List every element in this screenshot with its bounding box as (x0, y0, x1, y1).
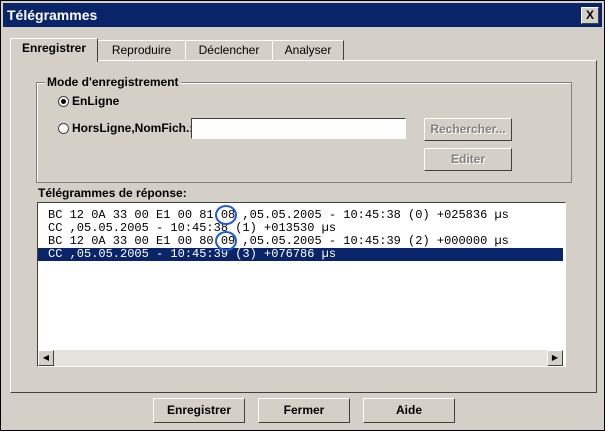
online-radio[interactable] (58, 96, 69, 107)
close-button[interactable]: Fermer (258, 398, 350, 423)
telegrammes-dialog: Télégrammes X Enregistrer Reproduire Déc… (0, 0, 605, 431)
window-title: Télégrammes (7, 7, 98, 23)
responses-listbox[interactable]: BC 12 0A 33 00 E1 00 81 08 ,05.05.2005 -… (37, 202, 566, 367)
help-button[interactable]: Aide (363, 398, 455, 423)
annotation-circle (215, 205, 237, 225)
online-radio-label[interactable]: EnLigne (72, 94, 119, 108)
title-bar[interactable]: Télégrammes X (3, 3, 602, 27)
close-icon[interactable]: X (581, 7, 599, 24)
horizontal-scrollbar[interactable]: ◀ ▶ (38, 350, 563, 366)
offline-radio[interactable] (58, 123, 69, 134)
annotation-circle (215, 231, 237, 251)
edit-button[interactable]: Editer (424, 148, 512, 171)
tab-declencher[interactable]: Déclencher (185, 40, 273, 61)
tab-analyser[interactable]: Analyser (272, 40, 344, 61)
filename-input[interactable] (191, 118, 406, 139)
responses-label: Télégrammes de réponse: (38, 186, 187, 200)
tab-enregistrer[interactable]: Enregistrer (10, 38, 98, 62)
offline-radio-label[interactable]: HorsLigne,NomFich.: (72, 121, 193, 135)
list-item-selected[interactable]: CC ,05.05.2005 - 10:45:39 (3) +076786 µs (38, 248, 563, 261)
browse-button[interactable]: Rechercher... (424, 118, 512, 141)
scroll-left-icon[interactable]: ◀ (38, 350, 54, 366)
radio-selected-dot (61, 99, 66, 104)
record-button[interactable]: Enregistrer (153, 398, 245, 423)
tab-reproduire[interactable]: Reproduire (97, 40, 186, 61)
scroll-right-icon[interactable]: ▶ (547, 350, 563, 366)
recording-mode-label: Mode d'enregistrement (45, 75, 181, 89)
